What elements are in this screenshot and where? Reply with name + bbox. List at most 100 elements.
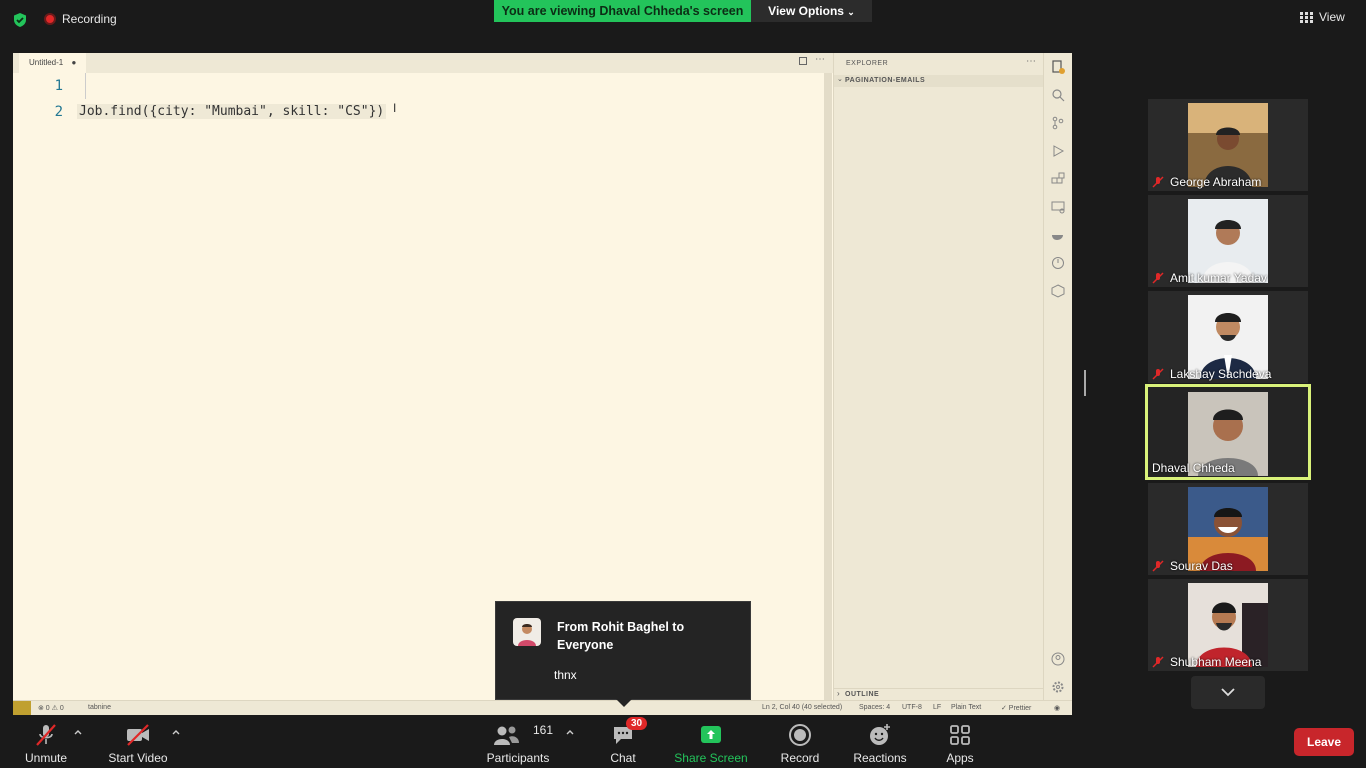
sender-avatar [513,618,541,646]
gallery-resize-handle[interactable] [1084,370,1086,396]
recording-label: Recording [62,12,117,26]
reactions-label: Reactions [853,751,907,765]
outline-header[interactable]: › OUTLINE [834,688,1043,700]
start-video-button[interactable]: Start Video [106,723,170,765]
accounts-icon[interactable] [1051,652,1065,666]
share-screen-icon [701,726,721,743]
language-status[interactable]: Plain Text [951,704,981,711]
settings-gear-icon[interactable] [1051,680,1065,694]
muted-mic-icon [1152,368,1164,380]
cursor-position-status[interactable]: Ln 2, Col 40 (40 selected) [762,704,842,711]
chevron-right-icon: › [837,689,840,698]
prettier-status[interactable]: ✓ Prettier [1001,704,1031,712]
participants-count: 161 [533,723,554,737]
unmute-button[interactable]: Unmute [20,723,72,765]
docker-icon[interactable] [1051,228,1065,242]
participant-name-row: Sourav Das [1152,559,1233,573]
participant-name: Sourav Das [1170,559,1233,573]
unsaved-dot-icon: ● [71,58,77,67]
explorer-sidebar: EXPLORER ⋯ ⌄ PAGINATION-EMAILS › OUTLINE [833,53,1043,700]
participant-name-row: Shubham Meena [1152,655,1261,669]
participant-tile[interactable]: Sourav Das [1148,483,1308,575]
editor-status-bar: ⊗ 0 ⚠ 0 tabnine Ln 2, Col 40 (40 selecte… [13,700,1072,715]
folder-name: PAGINATION-EMAILS [845,77,926,84]
activity-bar [1043,53,1072,700]
popup-pointer [616,699,632,707]
editor-scrollbar[interactable] [824,73,832,700]
share-screen-button[interactable]: Share Screen [674,723,748,765]
chat-message: thnx [554,668,577,682]
participants-options-caret-icon[interactable] [565,727,575,737]
apps-button[interactable]: Apps [942,723,978,765]
recording-indicator[interactable]: Recording [44,12,117,26]
participant-tile-active-speaker[interactable]: Dhaval Chheda [1145,384,1311,480]
participants-button[interactable]: 161 Participants [484,723,554,765]
viewing-screen-banner: You are viewing Dhaval Chheda's screen [494,0,751,22]
muted-mic-icon [1152,656,1164,668]
unmute-label: Unmute [24,751,68,765]
muted-mic-icon [1152,272,1164,284]
record-icon [789,724,811,746]
participant-tile[interactable]: Shubham Meena [1148,579,1308,671]
participants-icon [494,726,519,745]
share-screen-label: Share Screen [674,751,748,765]
apps-label: Apps [946,751,974,765]
view-options-button[interactable]: View Options ⌄ [751,0,872,22]
notifications-bell-icon[interactable]: ◉ [1054,704,1060,712]
remote-indicator-icon[interactable] [13,701,31,715]
participant-name: Amit kumar Yadav [1170,271,1267,285]
participant-tile[interactable]: George Abraham [1148,99,1308,191]
leave-button[interactable]: Leave [1294,728,1354,756]
spaces-status[interactable]: Spaces: 4 [859,704,890,711]
view-label: View [1319,10,1345,24]
chevron-down-icon [1221,688,1235,697]
split-editor-icon[interactable] [799,57,807,65]
problems-status[interactable]: ⊗ 0 ⚠ 0 [38,704,64,712]
view-button[interactable]: View [1300,10,1345,24]
package-icon[interactable] [1051,284,1065,298]
indent-guide [85,73,86,99]
line-number-2: 2 [54,104,63,120]
source-control-icon[interactable] [1051,116,1065,130]
encryption-shield-icon[interactable] [12,12,28,28]
participant-name: Lakshay Sachdeva [1170,367,1272,381]
chevron-down-icon: ⌄ [837,76,843,83]
search-icon[interactable] [1051,88,1065,102]
participant-name-row: George Abraham [1152,175,1261,189]
outline-title: OUTLINE [845,691,880,698]
participant-name: Dhaval Chheda [1152,461,1235,475]
chevron-down-icon: ⌄ [847,7,855,17]
record-button[interactable]: Record [778,723,822,765]
encoding-status[interactable]: UTF-8 [902,704,922,711]
files-icon[interactable] [1051,60,1065,74]
meeting-top-bar: Recording You are viewing Dhaval Chheda'… [0,0,1366,40]
editor-tab-untitled[interactable]: Untitled-1 ● [19,53,87,73]
gallery-next-page-button[interactable] [1191,676,1265,709]
more-actions-icon[interactable]: ⋯ [815,54,825,65]
line-number-1: 1 [54,78,63,94]
tabnine-status[interactable]: tabnine [88,704,111,711]
remote-explorer-icon[interactable] [1051,200,1065,214]
reactions-button[interactable]: Reactions [852,723,908,765]
run-debug-icon[interactable] [1051,144,1065,158]
participant-tile[interactable]: Lakshay Sachdeva [1148,291,1308,383]
editor-tab-bar: Untitled-1 ● ⋯ [13,53,833,73]
participant-name-row: Lakshay Sachdeva [1152,367,1271,381]
eol-status[interactable]: LF [933,704,941,711]
participant-tile[interactable]: Amit kumar Yadav [1148,195,1308,287]
explorer-title: EXPLORER [846,60,889,67]
chat-notification-popup[interactable]: From Rohit Baghel to Everyone thnx [495,601,751,707]
code-line-2[interactable]: Job.find({city: "Mumbai", skill: "CS"}) [77,104,387,119]
start-video-label: Start Video [108,751,168,765]
video-options-caret-icon[interactable] [171,727,181,737]
chat-sender: From Rohit Baghel to Everyone [557,620,685,652]
view-options-label: View Options [768,4,844,18]
folder-header[interactable]: ⌄ PAGINATION-EMAILS [834,75,1043,87]
apps-icon [950,725,970,745]
extensions-icon[interactable] [1051,172,1065,186]
explorer-more-icon[interactable]: ⋯ [1026,56,1036,67]
muted-mic-icon [1152,560,1164,572]
participants-label: Participants [486,751,550,765]
audio-options-caret-icon[interactable] [73,727,83,737]
timeline-icon[interactable] [1051,256,1065,270]
